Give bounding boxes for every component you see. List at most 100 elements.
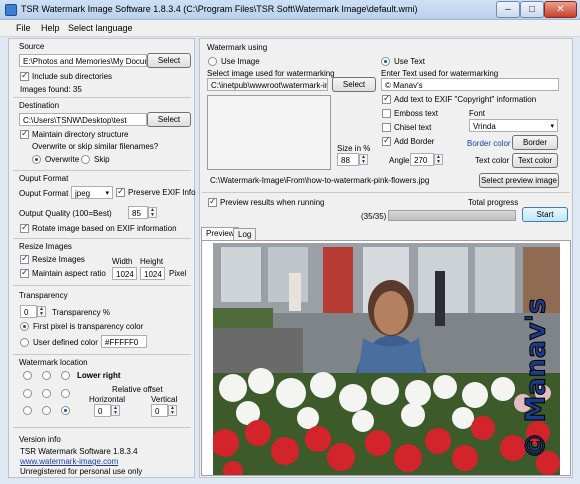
watermark-image-preview — [207, 95, 331, 170]
preview-area: © Manav's — [201, 240, 571, 476]
location-middle-right-radio[interactable] — [61, 389, 70, 398]
color-input[interactable]: #FFFFF0 — [101, 335, 147, 348]
resize-images-checkbox[interactable] — [20, 253, 29, 264]
transparency-input[interactable]: 0 — [20, 305, 37, 318]
divider — [13, 170, 191, 171]
add-border-checkbox[interactable] — [382, 135, 391, 146]
overwrite-radio[interactable] — [32, 155, 41, 164]
minimize-button[interactable]: – — [496, 1, 520, 18]
border-color-button[interactable]: Border — [512, 135, 558, 150]
watermark-text-input[interactable]: © Manav's — [381, 78, 559, 91]
use-text-radio[interactable] — [381, 57, 390, 66]
divider — [202, 192, 570, 193]
exif-copyright-checkbox[interactable] — [382, 93, 391, 104]
include-subdirs-checkbox[interactable] — [20, 70, 29, 81]
font-select[interactable]: Vrinda ▾ — [469, 119, 558, 132]
version-name: TSR Watermark Software 1.8.3.4 — [20, 447, 138, 456]
include-subdirs-label: Include sub directories — [32, 72, 113, 81]
divider — [13, 285, 191, 286]
emboss-checkbox[interactable] — [382, 109, 391, 118]
maximize-button[interactable]: □ — [520, 1, 544, 18]
menu-select-language[interactable]: Select language — [68, 23, 133, 33]
transparency-spinner[interactable]: ▲ ▼ — [37, 306, 46, 317]
use-image-radio[interactable] — [208, 57, 217, 66]
divider — [13, 97, 191, 98]
enter-text-label: Enter Text used for watermarking — [381, 69, 499, 78]
pixel-unit-label: Pixel — [169, 269, 187, 278]
location-center-radio[interactable] — [42, 389, 51, 398]
quality-spinner[interactable]: ▲ ▼ — [148, 207, 157, 218]
horizontal-offset-spinner[interactable]: ▲ ▼ — [111, 405, 120, 416]
maintain-structure-checkbox[interactable] — [20, 128, 29, 139]
location-bottom-center-radio[interactable] — [42, 406, 51, 415]
location-top-right-radio[interactable] — [61, 371, 70, 380]
output-format-label: Ouput Format — [19, 189, 69, 198]
destination-path-input[interactable]: C:\Users\TSNW\Desktop\test — [19, 113, 147, 126]
height-input[interactable]: 1024 — [140, 267, 165, 280]
menu-help[interactable]: Help — [41, 23, 60, 33]
emboss-label: Emboss text — [394, 109, 439, 118]
output-title: Ouput Format — [19, 174, 69, 183]
title-bar: TSR Watermark Image Software 1.8.3.4 (C:… — [0, 0, 580, 20]
aspect-ratio-checkbox[interactable] — [20, 267, 29, 278]
width-input[interactable]: 1024 — [112, 267, 137, 280]
menu-bar: File Help Select language — [0, 20, 580, 37]
vertical-label: Vertical — [151, 395, 178, 404]
preserve-exif-checkbox[interactable] — [116, 186, 125, 197]
quality-label: Output Quality (100=Best) — [19, 209, 112, 218]
quality-input[interactable]: 85 — [128, 206, 148, 219]
vertical-offset-spinner[interactable]: ▲ ▼ — [168, 405, 177, 416]
chisel-label: Chisel text — [394, 123, 432, 132]
exif-copyright-label: Add text to EXIF "Copyright" information — [394, 95, 537, 104]
location-title: Watermark location — [19, 358, 88, 367]
angle-spinner[interactable]: ▲ ▼ — [434, 154, 443, 165]
size-percent-input[interactable]: 88 — [337, 153, 359, 166]
select-image-label: Select image used for watermarking — [207, 69, 335, 78]
preview-results-label: Preview results when running — [220, 198, 325, 207]
relative-offset-label: Relative offset — [112, 385, 163, 394]
location-bottom-right-radio[interactable] — [61, 406, 70, 415]
height-label: Height — [140, 257, 164, 266]
location-selected-label: Lower right — [77, 371, 121, 380]
location-top-left-radio[interactable] — [23, 371, 32, 380]
images-found-text: Images found: 35 — [20, 85, 82, 94]
angle-input[interactable]: 270 — [410, 153, 434, 166]
location-middle-left-radio[interactable] — [23, 389, 32, 398]
watermark-image-path-input[interactable]: C:\inetpub\wwwroot\watermark-ima — [207, 78, 328, 91]
user-defined-radio[interactable] — [20, 338, 29, 347]
tab-log[interactable]: Log — [233, 228, 257, 240]
skip-label: Skip — [94, 155, 110, 164]
skip-radio[interactable] — [81, 155, 90, 164]
website-link[interactable]: www.watermark-image.com — [20, 457, 118, 466]
watermark-panel: Watermark using Use Image Select image u… — [199, 38, 573, 478]
chisel-checkbox[interactable] — [382, 123, 391, 132]
select-preview-button[interactable]: Select preview image — [479, 173, 559, 188]
resize-title: Resize Images — [19, 242, 72, 251]
first-pixel-label: First pixel is transparency color — [33, 322, 144, 331]
add-border-label: Add Border — [394, 137, 435, 146]
watermark-image-select-button[interactable]: Select — [332, 77, 376, 92]
horizontal-offset-input[interactable]: 0 — [94, 404, 111, 417]
rotate-exif-checkbox[interactable] — [20, 222, 29, 233]
preview-results-checkbox[interactable] — [208, 196, 217, 207]
progress-count: (35/35) — [361, 212, 387, 221]
vertical-offset-input[interactable]: 0 — [151, 404, 168, 417]
preview-file-path: C:\Watermark-Image\From\how-to-watermark… — [210, 176, 430, 185]
transparency-percent-label: Transparency % — [52, 308, 110, 317]
location-bottom-left-radio[interactable] — [23, 406, 32, 415]
location-top-center-radio[interactable] — [42, 371, 51, 380]
watermark-overlay-text: © Manav's — [520, 298, 552, 460]
size-percent-label: Size in % — [337, 144, 371, 153]
destination-select-button[interactable]: Select — [147, 112, 191, 127]
source-path-input[interactable]: E:\Photos and Memories\My Docume — [19, 54, 147, 67]
source-select-button[interactable]: Select — [147, 53, 191, 68]
angle-label: Angle — [389, 156, 410, 165]
close-button[interactable]: ✕ — [544, 1, 577, 18]
start-button[interactable]: Start — [522, 207, 568, 222]
text-color-button[interactable]: Text color — [512, 153, 558, 168]
first-pixel-radio[interactable] — [20, 322, 29, 331]
menu-file[interactable]: File — [16, 23, 31, 33]
output-format-select[interactable]: jpeg ▾ — [71, 186, 113, 199]
size-percent-spinner[interactable]: ▲ ▼ — [359, 154, 368, 165]
destination-title: Destination — [19, 101, 60, 110]
